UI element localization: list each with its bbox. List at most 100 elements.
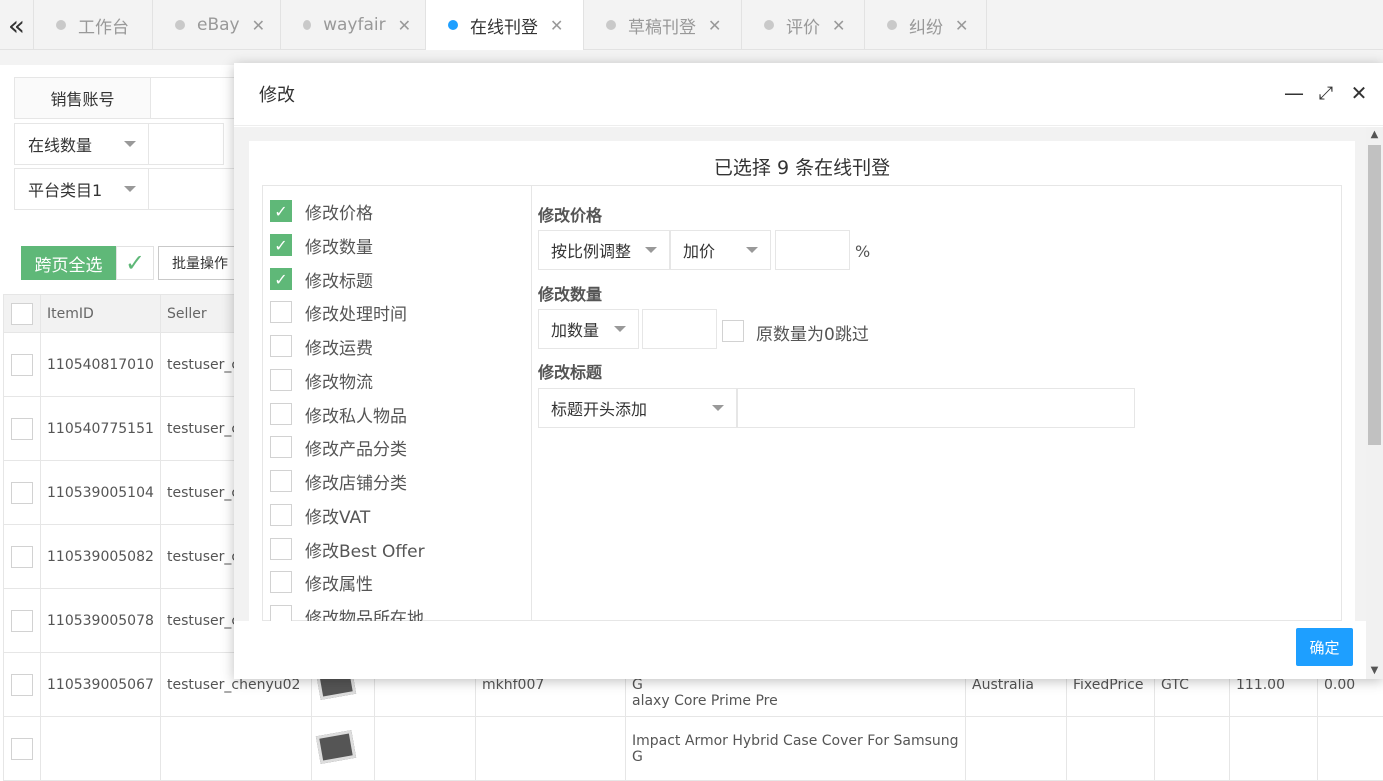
title-mode-value: 标题开头添加 xyxy=(551,396,647,420)
table-row[interactable]: Impact Armor Hybrid Case Cover For Samsu… xyxy=(4,717,1383,781)
row-checkbox[interactable] xyxy=(11,610,33,632)
row-checkbox-cell xyxy=(4,717,41,781)
option-checkbox[interactable] xyxy=(270,335,292,357)
tab-status-dot xyxy=(175,20,185,30)
close-icon[interactable]: ✕ xyxy=(708,16,721,35)
option-checkbox[interactable] xyxy=(270,504,292,526)
tab-status-dot xyxy=(887,20,897,30)
quantity-input[interactable] xyxy=(642,309,717,349)
option-label: 修改店铺分类 xyxy=(305,469,407,494)
header-checkbox-cell xyxy=(4,295,41,333)
check-icon[interactable]: ✓ xyxy=(270,200,292,222)
price-mode-select[interactable]: 按比例调整 xyxy=(538,230,670,270)
option-edit-best-offer[interactable]: 修改Best Offer xyxy=(270,537,425,561)
option-edit-logistics[interactable]: 修改物流 xyxy=(270,368,373,392)
tab-draft-listing[interactable]: 草稿刊登 ✕ xyxy=(584,0,742,50)
option-edit-private-item[interactable]: 修改私人物品 xyxy=(270,402,407,426)
option-edit-quantity[interactable]: ✓ 修改数量 xyxy=(270,233,373,257)
close-icon[interactable]: ✕ xyxy=(1348,82,1370,104)
chevron-down-icon xyxy=(614,326,626,332)
check-icon[interactable]: ✓ xyxy=(270,268,292,290)
scroll-down-icon[interactable]: ▼ xyxy=(1366,663,1383,679)
edit-options-list: ✓ 修改价格 ✓ 修改数量 ✓ 修改标题 修改处理时间 修改运费 xyxy=(262,185,532,621)
tab-workbench[interactable]: 工作台 xyxy=(34,0,153,50)
option-edit-item-location[interactable]: 修改物品所在地 xyxy=(270,604,424,621)
option-edit-store-category[interactable]: 修改店铺分类 xyxy=(270,469,407,493)
chevron-down-icon xyxy=(124,186,136,192)
option-checkbox[interactable] xyxy=(270,403,292,425)
price-direction-select[interactable]: 加价 xyxy=(670,230,771,270)
option-checkbox[interactable] xyxy=(270,301,292,323)
edit-form-area: 修改价格 按比例调整 加价 % 修改数量 加数量 xyxy=(532,185,1342,621)
percent-unit: % xyxy=(855,242,870,261)
select-all-pages-button[interactable]: 跨页全选 xyxy=(21,246,116,280)
tab-online-listing[interactable]: 在线刊登 ✕ xyxy=(426,0,584,50)
option-checkbox[interactable] xyxy=(270,538,292,560)
row-checkbox[interactable] xyxy=(11,738,33,760)
option-checkbox[interactable] xyxy=(270,369,292,391)
tab-status-dot xyxy=(764,20,774,30)
option-label: 修改物流 xyxy=(305,368,373,393)
item-id-cell: 110539005078 xyxy=(41,589,161,653)
close-icon[interactable]: ✕ xyxy=(550,16,563,35)
item-id-cell: 110540817010 xyxy=(41,333,161,397)
option-label: 修改私人物品 xyxy=(305,402,407,427)
category-filter-select[interactable]: 平台类目1 xyxy=(14,168,149,210)
tab-status-dot xyxy=(56,20,66,30)
quantity-mode-select[interactable]: 加数量 xyxy=(538,309,639,349)
minimize-icon[interactable]: — xyxy=(1283,82,1305,104)
collapse-tabs-icon[interactable]: « xyxy=(0,0,34,50)
option-edit-title[interactable]: ✓ 修改标题 xyxy=(270,267,373,291)
tab-ebay[interactable]: eBay ✕ xyxy=(153,0,281,50)
scroll-up-icon[interactable]: ▲ xyxy=(1366,127,1383,143)
option-edit-attributes[interactable]: 修改属性 xyxy=(270,570,373,594)
option-checkbox[interactable] xyxy=(270,571,292,593)
row-checkbox[interactable] xyxy=(11,546,33,568)
modal-body: 已选择 9 条在线刊登 ✓ 修改价格 ✓ 修改数量 ✓ 修改标题 修改处理时间 xyxy=(234,127,1383,621)
category-filter-value: 平台类目1 xyxy=(28,177,102,201)
option-edit-product-category[interactable]: 修改产品分类 xyxy=(270,435,407,459)
quantity-filter-input[interactable] xyxy=(148,123,224,165)
row-checkbox[interactable] xyxy=(11,354,33,376)
option-label: 修改价格 xyxy=(305,199,373,224)
option-edit-vat[interactable]: 修改VAT xyxy=(270,503,370,527)
option-checkbox[interactable] xyxy=(270,470,292,492)
batch-operations-button[interactable]: 批量操作 xyxy=(158,246,236,280)
skip-zero-label: 原数量为0跳过 xyxy=(756,320,869,345)
close-icon[interactable]: ✕ xyxy=(832,16,845,35)
close-icon[interactable]: ✕ xyxy=(252,16,265,35)
option-edit-handling-time[interactable]: 修改处理时间 xyxy=(270,300,407,324)
tab-disputes[interactable]: 纠纷 ✕ xyxy=(865,0,987,50)
row-checkbox[interactable] xyxy=(11,482,33,504)
price-mode-value: 按比例调整 xyxy=(551,238,631,262)
close-icon[interactable]: ✕ xyxy=(398,16,411,35)
title-section-title: 修改标题 xyxy=(538,359,602,383)
confirm-button[interactable]: 确定 xyxy=(1296,628,1353,666)
tab-wayfair[interactable]: wayfair ✕ xyxy=(281,0,426,50)
selection-heading: 已选择 9 条在线刊登 xyxy=(249,153,1355,180)
check-icon[interactable]: ✓ xyxy=(270,234,292,256)
tab-feedback[interactable]: 评价 ✕ xyxy=(742,0,865,50)
close-icon[interactable]: ✕ xyxy=(955,16,968,35)
check-icon[interactable]: ✓ xyxy=(116,246,154,280)
select-all-checkbox[interactable] xyxy=(11,303,33,325)
option-label: 修改属性 xyxy=(305,570,373,595)
row-checkbox[interactable] xyxy=(11,674,33,696)
title-text-input[interactable] xyxy=(737,388,1135,428)
skip-zero-checkbox[interactable] xyxy=(722,320,744,342)
maximize-icon[interactable]: ⤢ xyxy=(1315,82,1337,104)
option-checkbox[interactable] xyxy=(270,605,292,621)
option-edit-price[interactable]: ✓ 修改价格 xyxy=(270,199,373,223)
quantity-section-title: 修改数量 xyxy=(538,281,602,305)
quantity-filter-select[interactable]: 在线数量 xyxy=(14,123,149,165)
scroll-thumb[interactable] xyxy=(1368,145,1381,445)
option-checkbox[interactable] xyxy=(270,436,292,458)
account-label-text: 销售账号 xyxy=(50,86,114,110)
title-mode-select[interactable]: 标题开头添加 xyxy=(538,388,737,428)
row-checkbox[interactable] xyxy=(11,418,33,440)
header-item-id: ItemID xyxy=(41,295,161,333)
price-percent-input[interactable] xyxy=(775,230,850,270)
option-edit-shipping-cost[interactable]: 修改运费 xyxy=(270,334,373,358)
category-filter-input[interactable] xyxy=(148,168,248,210)
modal-scrollbar[interactable]: ▲ ▼ xyxy=(1366,127,1383,679)
